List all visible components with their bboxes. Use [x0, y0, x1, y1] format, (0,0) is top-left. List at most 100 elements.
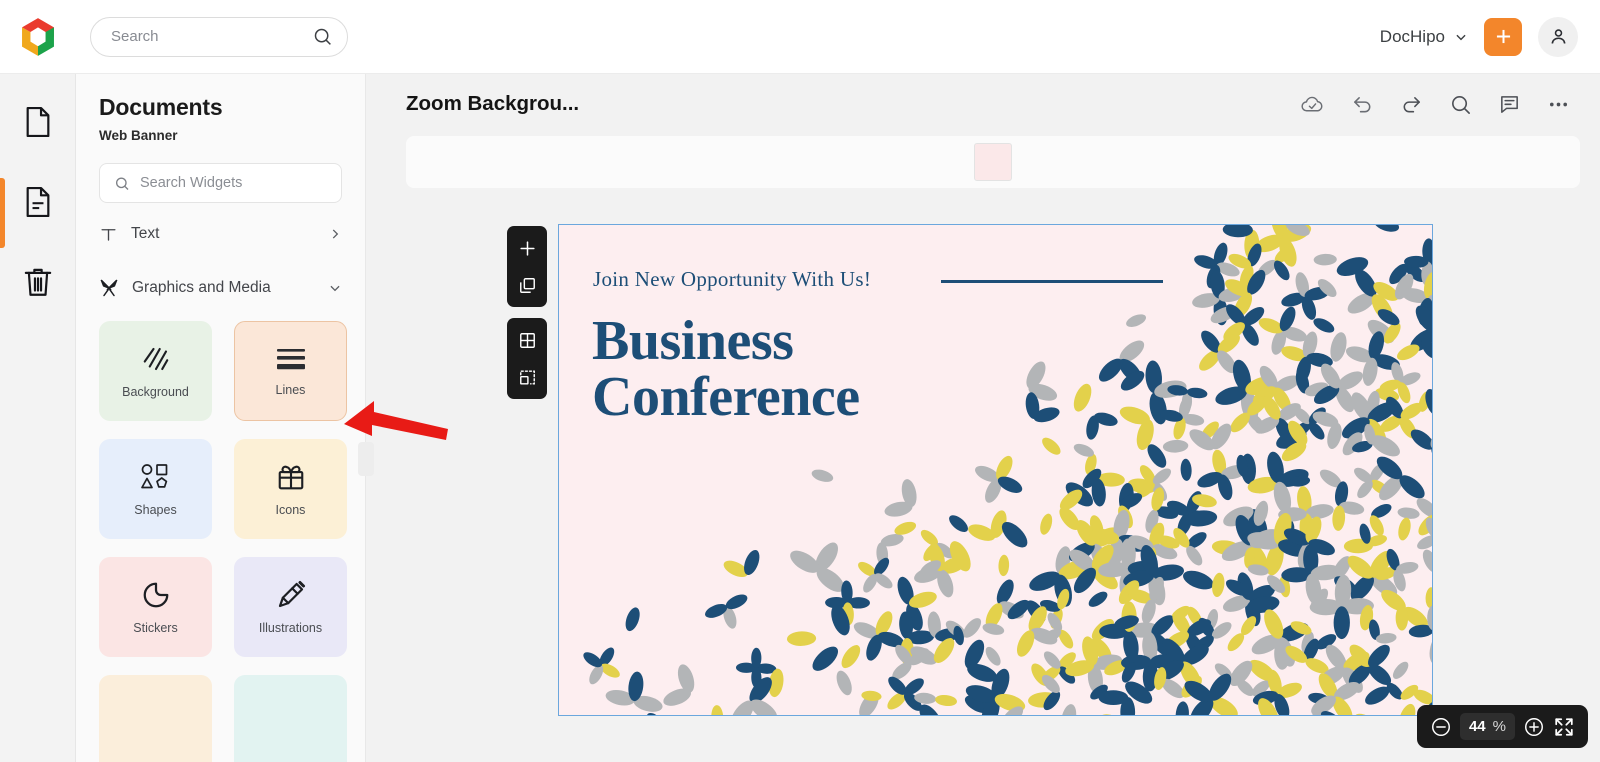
create-new-button[interactable]: [1484, 17, 1522, 56]
undo-icon: [1354, 96, 1371, 112]
banner-divider-line: [941, 280, 1163, 283]
widget-card-grid: Background Lines Shapes Icons Stickers I…: [99, 321, 347, 762]
widget-search[interactable]: [99, 163, 342, 203]
document-lines-icon: [26, 186, 49, 218]
widget-card-label: Lines: [275, 382, 306, 397]
sticker-icon: [143, 582, 168, 607]
account-button[interactable]: [1538, 16, 1578, 57]
dochipo-hexagon-logo: [22, 17, 54, 56]
plus-circle-icon: [1525, 717, 1543, 736]
text-t-icon: [101, 228, 116, 241]
zoom-out-button[interactable]: [1430, 716, 1452, 738]
widget-card-label: Icons: [275, 502, 306, 517]
duplicate-page-icon: [519, 277, 535, 293]
widget-card-shapes[interactable]: Shapes: [99, 439, 212, 539]
category-graphics-and-media[interactable]: Graphics and Media: [99, 265, 342, 311]
widget-card-background[interactable]: Background: [99, 321, 212, 421]
panel-resize-handle[interactable]: [358, 442, 374, 476]
app-logo[interactable]: [0, 16, 76, 58]
diagonal-stripes-icon: [143, 347, 168, 370]
decorative-petal-pattern: [583, 225, 1432, 715]
zoom-level-display[interactable]: 44 %: [1459, 713, 1515, 740]
search-widgets-input[interactable]: [140, 175, 327, 191]
undo-button[interactable]: [1351, 93, 1374, 116]
rail-item-my-documents[interactable]: [0, 176, 76, 248]
document-type-label: Web Banner: [99, 128, 178, 143]
widget-card-icons[interactable]: Icons: [234, 439, 347, 539]
find-button[interactable]: [1449, 93, 1472, 116]
more-options-button[interactable]: [1547, 93, 1570, 116]
minus-circle-icon: [1431, 717, 1450, 736]
search-icon: [314, 28, 331, 45]
duplicate-page-button[interactable]: [512, 271, 542, 299]
widget-card-stickers[interactable]: Stickers: [99, 557, 212, 657]
top-bar: DocHipo: [0, 0, 1600, 74]
search-input[interactable]: [111, 28, 312, 45]
icon-rail: [0, 74, 76, 762]
crop-select-button[interactable]: [512, 363, 542, 391]
trash-icon: [24, 268, 51, 296]
page-tools-floating: [507, 226, 547, 399]
page-thumbnail-1[interactable]: [974, 143, 1012, 181]
brand-label: DocHipo: [1379, 26, 1445, 46]
widget-card-illustrations[interactable]: Illustrations: [234, 557, 347, 657]
rail-item-trash[interactable]: [0, 256, 76, 308]
brand-dropdown[interactable]: DocHipo: [1380, 27, 1468, 47]
grid-layout-icon: [519, 332, 535, 348]
crop-select-icon: [519, 369, 535, 385]
gift-icon: [278, 465, 303, 489]
comments-button[interactable]: [1498, 93, 1521, 116]
chevron-down-icon: [1456, 34, 1466, 40]
document-icon: [26, 106, 49, 138]
banner-title-line-1: Business: [592, 310, 794, 372]
redo-icon: [1403, 96, 1420, 112]
user-avatar-icon: [1551, 29, 1565, 44]
widget-card-lines[interactable]: Lines: [234, 321, 347, 421]
banner-artboard[interactable]: Join New Opportunity With Us! Business C…: [558, 224, 1433, 716]
banner-title-line-2: Conference: [592, 366, 860, 428]
widgets-panel: Documents Web Banner Text Gra: [76, 74, 366, 762]
top-bar-right-group: DocHipo: [1380, 16, 1600, 57]
zoom-in-button[interactable]: [1523, 716, 1545, 738]
grid-layout-button[interactable]: [512, 326, 542, 354]
horizontal-lines-icon: [276, 348, 305, 369]
global-search[interactable]: [90, 16, 348, 57]
document-title: Zoom Backgrou...: [406, 92, 580, 115]
plus-icon: [1496, 29, 1510, 44]
widget-card-row4-right[interactable]: [234, 675, 347, 762]
widget-card-row4-left[interactable]: [99, 675, 212, 762]
cloud-saved-button[interactable]: [1300, 92, 1325, 117]
canvas-stage: Zoom Backgrou... Join New Opportunity Wi…: [366, 74, 1600, 762]
add-page-button[interactable]: [512, 234, 542, 262]
zoom-controls: 44 %: [1416, 705, 1588, 748]
pencil-ruler-icon: [278, 580, 305, 607]
chevron-right-icon: [332, 229, 339, 239]
stage-header: Zoom Backgrou...: [366, 74, 1600, 134]
zoom-level-unit: %: [1492, 718, 1506, 735]
widget-card-label: Background: [122, 384, 189, 399]
page-tools-group-2: [507, 318, 547, 399]
category-text[interactable]: Text: [99, 211, 342, 257]
widget-card-label: Shapes: [134, 502, 177, 517]
category-label: Graphics and Media: [132, 279, 271, 296]
comment-icon: [1501, 95, 1518, 113]
more-options-icon: [1549, 102, 1568, 106]
search-icon: [1452, 95, 1470, 114]
widget-card-label: Stickers: [133, 620, 178, 635]
redo-button[interactable]: [1400, 93, 1423, 116]
add-page-icon: [519, 240, 535, 256]
stage-toolbar: [1300, 92, 1570, 117]
graphics-media-icon: [100, 279, 118, 297]
page-title: Documents: [99, 94, 223, 120]
zoom-level-value: 44: [1468, 718, 1486, 735]
fullscreen-button[interactable]: [1553, 716, 1575, 738]
expand-fullscreen-icon: [1555, 717, 1573, 736]
page-tools-group-1: [507, 226, 547, 307]
rail-item-blank-document[interactable]: [0, 96, 76, 148]
cloud-saved-icon: [1301, 96, 1323, 111]
widget-card-label: Illustrations: [258, 620, 323, 635]
chevron-down-icon: [330, 285, 340, 292]
shapes-icon: [140, 463, 167, 488]
category-label: Text: [131, 225, 160, 242]
banner-eyebrow-text: Join New Opportunity With Us!: [593, 267, 872, 291]
